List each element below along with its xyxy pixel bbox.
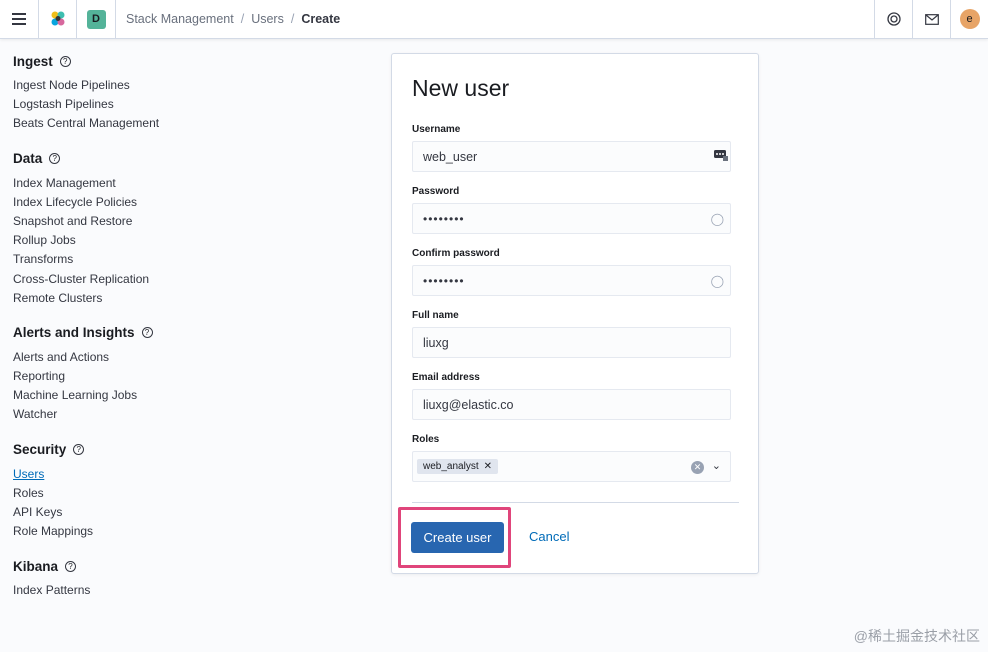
user-menu-button[interactable]: e (950, 0, 988, 39)
confirm-password-input[interactable]: •••••••• ◯ (412, 265, 731, 296)
watermark-text: @稀土掘金技术社区 (853, 628, 980, 644)
help-lifebuoy-icon (886, 12, 901, 26)
confirm-password-value: •••••••• (423, 273, 465, 288)
sidebar-item-beats-central-management[interactable]: Beats Central Management (13, 114, 313, 133)
nav-group-title: Kibana? (13, 555, 313, 577)
sidebar-item-role-mappings[interactable]: Role Mappings (13, 522, 313, 541)
help-icon: ? (49, 153, 61, 165)
sidebar-item-alerts-and-actions[interactable]: Alerts and Actions (13, 348, 313, 367)
help-icon: ? (59, 55, 71, 67)
role-pill-label: web_analyst (423, 461, 479, 472)
create-user-button[interactable]: Create user (411, 522, 504, 553)
roles-label: Roles (412, 434, 440, 445)
email-field-row: Email address liuxg@elastic.co (412, 372, 731, 420)
page-title: New user (412, 75, 510, 101)
roles-combobox[interactable]: web_analyst ✕ ✕ ⌄ (412, 451, 731, 482)
sidebar-item-index-patterns[interactable]: Index Patterns (13, 581, 313, 600)
password-input[interactable]: •••••••• ◯ (412, 203, 731, 234)
sidebar-item-roles[interactable]: Roles (13, 484, 313, 503)
menu-icon (12, 10, 26, 28)
sidebar-item-index-management[interactable]: Index Management (13, 174, 313, 193)
help-button[interactable] (874, 0, 912, 39)
sidebar-item-cross-cluster-replication[interactable]: Cross-Cluster Replication (13, 270, 313, 289)
full-name-field-row: Full name liuxg (412, 310, 731, 358)
sidebar-item-rollup-jobs[interactable]: Rollup Jobs (13, 231, 313, 250)
chevron-down-icon[interactable]: ⌄ (712, 459, 721, 472)
email-field[interactable]: liuxg@elastic.co (412, 389, 731, 420)
elastic-logo-icon (51, 11, 64, 26)
nav-group-data: Data? Index Management Index Lifecycle P… (13, 148, 313, 308)
management-sidebar: Ingest? Ingest Node Pipelines Logstash P… (13, 50, 313, 615)
elastic-logo[interactable] (39, 0, 77, 39)
nav-group-title: Alerts and Insights? (13, 322, 313, 344)
nav-group-title: Ingest? (13, 50, 313, 72)
sidebar-item-reporting[interactable]: Reporting (13, 367, 313, 386)
role-pill: web_analyst ✕ (417, 459, 498, 474)
nav-group-alerts: Alerts and Insights? Alerts and Actions … (13, 322, 313, 425)
nav-group-title: Data? (13, 148, 313, 170)
password-field-row: Password •••••••• ◯ (412, 186, 731, 234)
sidebar-item-index-lifecycle-policies[interactable]: Index Lifecycle Policies (13, 193, 313, 212)
username-label: Username (412, 124, 461, 135)
breadcrumb-separator: / (290, 12, 295, 26)
full-name-value: liuxg (423, 335, 449, 350)
sidebar-item-remote-clusters[interactable]: Remote Clusters (13, 289, 313, 308)
confirm-password-label: Confirm password (412, 248, 500, 259)
email-value: liuxg@elastic.co (423, 397, 514, 412)
sidebar-item-ingest-node-pipelines[interactable]: Ingest Node Pipelines (13, 76, 313, 95)
breadcrumb-separator: / (240, 12, 245, 26)
nav-group-title: Security? (13, 439, 313, 461)
breadcrumb-create: Create (301, 12, 341, 26)
sidebar-item-transforms[interactable]: Transforms (13, 250, 313, 269)
remove-role-icon[interactable]: ✕ (484, 461, 492, 472)
space-selector[interactable]: D (77, 0, 116, 39)
news-button[interactable] (912, 0, 950, 39)
nav-group-kibana: Kibana? Index Patterns (13, 555, 313, 600)
mail-icon (924, 13, 939, 25)
new-user-panel: New user Username web_user Password ••••… (391, 53, 759, 574)
form-divider (412, 502, 739, 503)
avatar: e (959, 9, 980, 29)
breadcrumb-stack-management[interactable]: Stack Management (126, 12, 234, 26)
breadcrumb: Stack Management / Users / Create (116, 12, 874, 26)
username-value: web_user (423, 149, 478, 164)
sidebar-item-machine-learning-jobs[interactable]: Machine Learning Jobs (13, 386, 313, 405)
lock-icon: ◯ (710, 212, 724, 226)
clear-icon[interactable]: ✕ (691, 461, 704, 474)
help-icon: ? (73, 444, 85, 456)
password-value: •••••••• (423, 211, 465, 226)
help-icon: ? (141, 327, 153, 339)
password-label: Password (412, 186, 460, 197)
cancel-button[interactable]: Cancel (529, 529, 569, 544)
sidebar-item-users[interactable]: Users (13, 465, 313, 484)
username-input[interactable]: web_user (412, 141, 731, 172)
lock-icon: ◯ (710, 274, 724, 288)
space-badge: D (86, 9, 106, 29)
sidebar-item-api-keys[interactable]: API Keys (13, 503, 313, 522)
menu-button[interactable] (0, 0, 39, 39)
nav-group-security: Security? Users Roles API Keys Role Mapp… (13, 439, 313, 542)
sidebar-item-logstash-pipelines[interactable]: Logstash Pipelines (13, 95, 313, 114)
roles-field-row: Roles web_analyst ✕ ✕ ⌄ (412, 434, 731, 482)
email-label: Email address (412, 372, 480, 383)
sidebar-item-snapshot-and-restore[interactable]: Snapshot and Restore (13, 212, 313, 231)
full-name-input[interactable]: liuxg (412, 327, 731, 358)
sidebar-item-watcher[interactable]: Watcher (13, 405, 313, 424)
breadcrumb-users[interactable]: Users (251, 12, 284, 26)
username-field-row: Username web_user (412, 124, 731, 172)
password-manager-icon (714, 150, 728, 161)
nav-group-ingest: Ingest? Ingest Node Pipelines Logstash P… (13, 50, 313, 134)
full-name-label: Full name (412, 310, 459, 321)
top-header: D Stack Management / Users / Create e (0, 0, 988, 39)
help-icon: ? (65, 560, 77, 572)
confirm-password-field-row: Confirm password •••••••• ◯ (412, 248, 731, 296)
